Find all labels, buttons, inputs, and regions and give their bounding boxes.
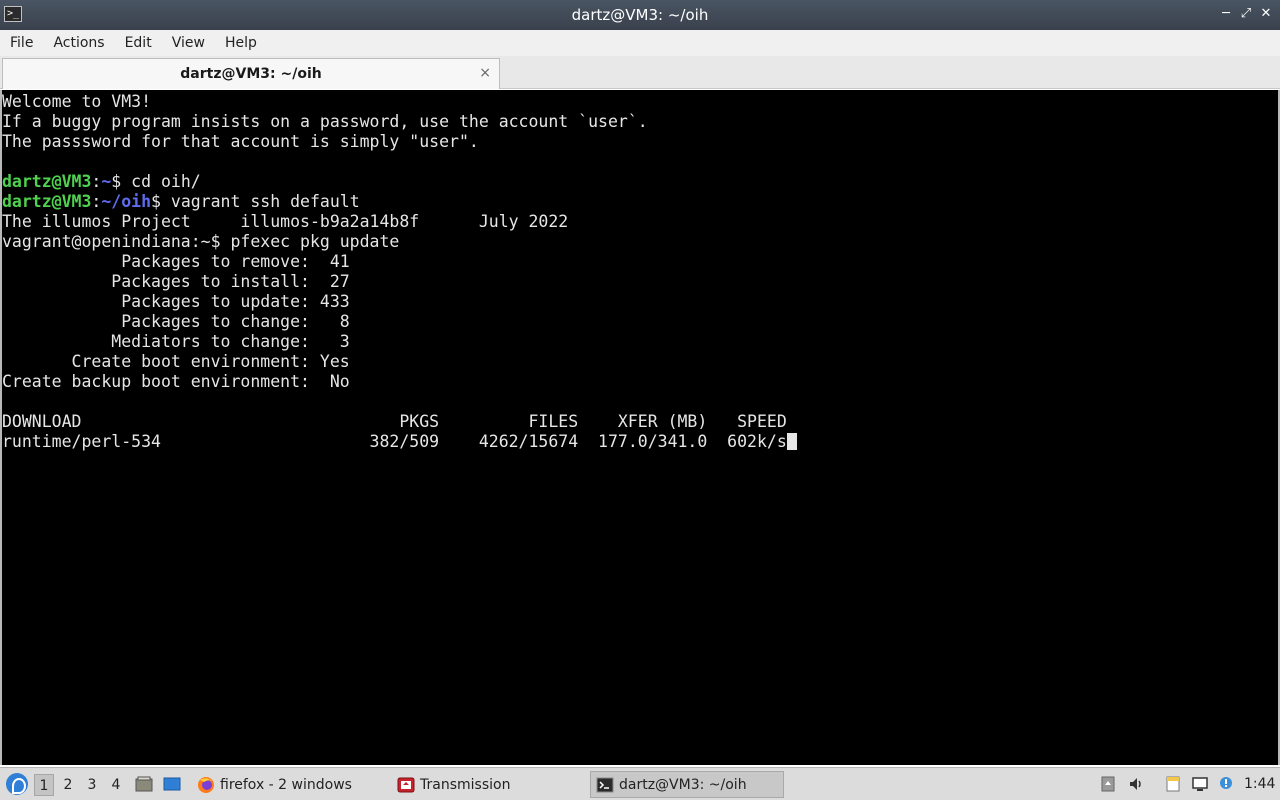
terminal-view[interactable]: Welcome to VM3! If a buggy program insist… <box>0 90 1280 765</box>
menu-actions[interactable]: Actions <box>43 30 114 56</box>
terminal-line: Welcome to VM3! <box>2 92 797 112</box>
window-title: dartz@VM3: ~/oih <box>571 6 709 24</box>
prompt-path: ~/oih <box>101 192 152 211</box>
terminal-output: Welcome to VM3! If a buggy program insist… <box>2 92 797 452</box>
terminal-text: Packages to change: 8 <box>2 312 350 331</box>
terminal-text: Packages to update: 433 <box>2 292 350 311</box>
clock[interactable]: 1:44 <box>1244 768 1275 800</box>
clipboard-manager-icon[interactable] <box>1100 776 1116 792</box>
volume-icon[interactable] <box>1128 776 1144 792</box>
terminal-text: Create backup boot environment: No <box>2 372 350 391</box>
task-label: firefox - 2 windows <box>220 776 352 793</box>
terminal-text: runtime/perl-534 382/509 4262/15674 177.… <box>2 432 787 451</box>
terminal-text: If a buggy program insists on a password… <box>2 112 648 131</box>
terminal-text: Packages to remove: 41 <box>2 252 350 271</box>
menu-bar: File Actions Edit View Help <box>0 30 1280 56</box>
window-titlebar: >_ dartz@VM3: ~/oih ─ ⤢ ✕ <box>0 0 1280 30</box>
terminal-line: Create boot environment: Yes <box>2 352 797 372</box>
tab-label: dartz@VM3: ~/oih <box>180 66 322 82</box>
terminal-text: : <box>91 192 102 211</box>
terminal-text: Mediators to change: 3 <box>2 332 350 351</box>
terminal-line: The illumos Project illumos-b9a2a14b8f J… <box>2 212 797 232</box>
terminal-text: DOWNLOAD PKGS FILES XFER (MB) SPEED <box>2 412 787 431</box>
terminal-line: Packages to remove: 41 <box>2 252 797 272</box>
tab-bar: dartz@VM3: ~/oih × <box>0 56 1280 89</box>
file-manager-icon[interactable] <box>135 776 153 792</box>
terminal-text: $ cd oih/ <box>111 172 201 191</box>
tab-terminal[interactable]: dartz@VM3: ~/oih × <box>2 58 500 89</box>
terminal-line: Mediators to change: 3 <box>2 332 797 352</box>
menu-view[interactable]: View <box>162 30 215 56</box>
terminal-text: $ vagrant ssh default <box>151 192 360 211</box>
terminal-line: dartz@VM3:~/oih$ vagrant ssh default <box>2 192 797 212</box>
task-firefox[interactable]: firefox - 2 windows <box>192 771 384 798</box>
terminal-line: Packages to update: 433 <box>2 292 797 312</box>
terminal-text: The illumos Project illumos-b9a2a14b8f J… <box>2 212 569 231</box>
prompt-user: dartz@VM3 <box>2 172 92 191</box>
terminal-app-icon[interactable]: >_ <box>4 6 22 22</box>
terminal-line: vagrant@openindiana:~$ pfexec pkg update <box>2 232 797 252</box>
terminal-line: Create backup boot environment: No <box>2 372 797 392</box>
maximize-icon[interactable]: ⤢ <box>1238 5 1254 23</box>
terminal-line: dartz@VM3:~$ cd oih/ <box>2 172 797 192</box>
firefox-icon <box>198 776 214 793</box>
task-label: Transmission <box>420 776 511 793</box>
text-cursor <box>786 433 797 450</box>
close-window-icon[interactable]: ✕ <box>1258 5 1274 23</box>
terminal-line: Packages to change: 8 <box>2 312 797 332</box>
prompt-path: ~ <box>101 172 112 191</box>
terminal-text: Welcome to VM3! <box>2 92 152 111</box>
task-transmission[interactable]: Transmission <box>392 771 582 798</box>
terminal-line: runtime/perl-534 382/509 4262/15674 177.… <box>2 432 797 452</box>
workspace-4[interactable]: 4 <box>106 774 126 796</box>
show-desktop-icon[interactable] <box>163 776 181 792</box>
task-label: dartz@VM3: ~/oih <box>619 776 747 793</box>
transmission-icon <box>397 777 415 792</box>
update-notifier-icon[interactable] <box>1218 776 1234 792</box>
terminal-text: The passsword for that account is simply… <box>2 132 479 151</box>
workspace-3[interactable]: 3 <box>82 774 102 796</box>
notes-icon[interactable] <box>1165 776 1181 792</box>
minimize-icon[interactable]: ─ <box>1218 5 1234 23</box>
terminal-line: Packages to install: 27 <box>2 272 797 292</box>
workspace-2[interactable]: 2 <box>58 774 78 796</box>
workspace-1[interactable]: 1 <box>34 774 54 796</box>
terminal-text: Create boot environment: Yes <box>2 352 350 371</box>
network-icon[interactable] <box>1192 776 1208 792</box>
terminal-icon <box>596 777 614 792</box>
terminal-line: If a buggy program insists on a password… <box>2 112 797 132</box>
start-menu-icon[interactable] <box>6 773 28 795</box>
taskbar: 1 2 3 4 firefox - 2 windows Transmission… <box>0 767 1280 800</box>
prompt-user: dartz@VM3 <box>2 192 92 211</box>
terminal-text: Packages to install: 27 <box>2 272 350 291</box>
terminal-line: DOWNLOAD PKGS FILES XFER (MB) SPEED <box>2 412 797 432</box>
menu-file[interactable]: File <box>0 30 43 56</box>
terminal-text: : <box>91 172 102 191</box>
terminal-text: vagrant@openindiana:~$ pfexec pkg update <box>2 232 400 251</box>
terminal-line: The passsword for that account is simply… <box>2 132 797 152</box>
tab-close-icon[interactable]: × <box>479 65 491 81</box>
menu-help[interactable]: Help <box>215 30 267 56</box>
task-terminal[interactable]: dartz@VM3: ~/oih <box>590 771 784 798</box>
menu-edit[interactable]: Edit <box>115 30 162 56</box>
